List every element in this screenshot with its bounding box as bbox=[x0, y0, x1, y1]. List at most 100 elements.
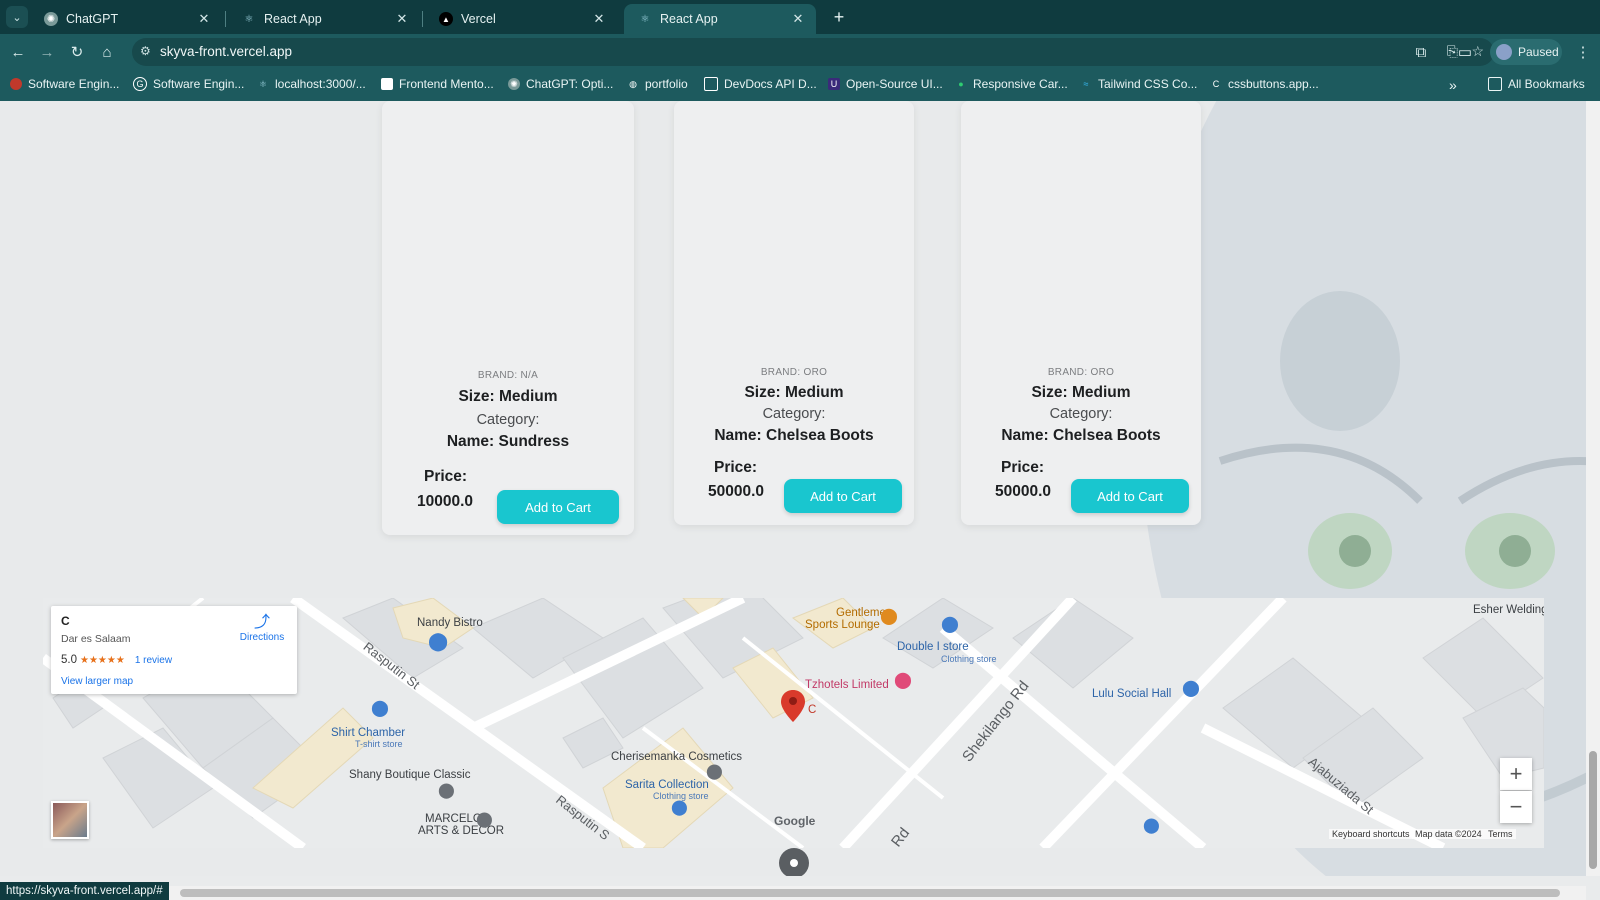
new-tab-button[interactable]: + bbox=[828, 6, 850, 28]
poi-shirt-chamber[interactable]: Shirt Chamber bbox=[331, 727, 405, 739]
keyboard-shortcuts-link[interactable]: Keyboard shortcuts bbox=[1329, 829, 1413, 839]
scroll-indicator[interactable] bbox=[779, 848, 809, 876]
reload-button[interactable]: ↻ bbox=[66, 41, 88, 63]
close-tab-icon[interactable]: ✕ bbox=[591, 11, 607, 27]
bookmark-label: Responsive Car... bbox=[973, 77, 1068, 91]
street-view-thumbnail[interactable] bbox=[51, 801, 89, 839]
place-pin-icon[interactable]: ⬤ bbox=[476, 810, 493, 828]
cast-button[interactable]: ▭ bbox=[1454, 41, 1476, 63]
bookmark-item[interactable]: U Open-Source UI... bbox=[828, 77, 943, 91]
bookmark-label: localhost:3000/... bbox=[275, 77, 366, 91]
add-to-cart-button[interactable]: Add to Cart bbox=[784, 479, 902, 513]
bar-pin-icon[interactable]: ⬤ bbox=[880, 606, 898, 626]
bookmark-item[interactable]: DevDocs API D... bbox=[704, 77, 817, 91]
poi-tzhotels[interactable]: Tzhotels Limited bbox=[805, 679, 889, 691]
tab-chatgpt[interactable]: ✺ ChatGPT ✕ bbox=[30, 4, 222, 34]
product-category: Category: bbox=[1049, 406, 1113, 422]
poi-lulu-social-hall[interactable]: Lulu Social Hall bbox=[1092, 688, 1171, 700]
reviews-link[interactable]: 1 review bbox=[135, 655, 172, 666]
site-info-icon[interactable]: ⚙ bbox=[140, 44, 151, 58]
bookmark-item[interactable]: Software Engin... bbox=[10, 77, 119, 91]
directions-label: Directions bbox=[239, 632, 285, 643]
tab-separator bbox=[422, 11, 423, 27]
poi-sports-lounge[interactable]: Sports Lounge bbox=[805, 619, 880, 631]
location-pin-icon[interactable] bbox=[781, 690, 805, 722]
hotel-pin-icon[interactable]: ⬤ bbox=[894, 670, 912, 690]
zoom-in-button[interactable]: + bbox=[1500, 758, 1532, 790]
cast-icon: ▭ bbox=[1457, 44, 1473, 61]
tab-vercel[interactable]: ▲ Vercel ✕ bbox=[425, 4, 617, 34]
bookmark-favicon-icon bbox=[381, 78, 393, 90]
tab-search-button[interactable]: ⌄ bbox=[6, 6, 28, 28]
menu-button[interactable]: ⋮ bbox=[1572, 41, 1594, 63]
all-bookmarks-button[interactable]: All Bookmarks bbox=[1488, 77, 1585, 91]
chatgpt-favicon-icon: ✺ bbox=[44, 12, 58, 26]
poi-nandy-bistro[interactable]: Nandy Bistro bbox=[417, 617, 483, 629]
poi-sarita-collection[interactable]: Sarita Collection bbox=[625, 779, 709, 791]
poi-marcelo[interactable]: MARCELO bbox=[425, 813, 482, 825]
product-name: Name: Chelsea Boots bbox=[714, 427, 874, 444]
bookmark-item[interactable]: G Software Engin... bbox=[133, 77, 244, 91]
bookmark-item[interactable]: ⚛ localhost:3000/... bbox=[257, 77, 366, 91]
bookmark-label: ChatGPT: Opti... bbox=[526, 77, 614, 91]
browser-toolbar: ← → ↻ ⌂ ⚙ skyva-front.vercel.app ⎘ ☆ ⧉ ▭… bbox=[0, 34, 1600, 70]
bookmark-item[interactable]: Frontend Mento... bbox=[381, 77, 494, 91]
back-button[interactable]: ← bbox=[7, 41, 29, 63]
chatgpt-favicon-icon: ✺ bbox=[508, 78, 520, 90]
google-logo: Google bbox=[774, 814, 816, 828]
map-data-attribution: Map data ©2024 bbox=[1412, 829, 1485, 839]
link-status-bar: https://skyva-front.vercel.app/# bbox=[0, 882, 169, 900]
bookmark-item[interactable]: ≈ Tailwind CSS Co... bbox=[1080, 77, 1198, 91]
poi-shany-boutique[interactable]: Shany Boutique Classic bbox=[349, 769, 470, 781]
profile-button[interactable]: Paused bbox=[1490, 39, 1562, 65]
page-viewport: BRAND: N/A Size: Medium Category: Name: … bbox=[0, 101, 1586, 876]
more-bookmarks-button[interactable]: » bbox=[1449, 77, 1457, 93]
bookmark-item[interactable]: ◍ portfolio bbox=[627, 77, 688, 91]
bookmark-item[interactable]: Ccssbuttons.app... bbox=[1210, 77, 1319, 91]
hall-pin-icon[interactable]: ⬤ bbox=[1182, 678, 1200, 698]
add-to-cart-button[interactable]: Add to Cart bbox=[1071, 479, 1189, 513]
arrow-left-icon: ← bbox=[10, 43, 26, 61]
close-tab-icon[interactable]: ✕ bbox=[196, 11, 212, 27]
place-pin-icon[interactable]: ⬤ bbox=[438, 781, 455, 799]
home-button[interactable]: ⌂ bbox=[96, 41, 118, 63]
add-to-cart-button[interactable]: Add to Cart bbox=[497, 490, 619, 524]
avatar bbox=[1496, 44, 1512, 60]
poi-esher-welding[interactable]: Esher Welding bbox=[1473, 604, 1544, 616]
vercel-favicon-icon: ▲ bbox=[439, 12, 453, 26]
scrollbar-thumb[interactable] bbox=[1589, 751, 1597, 869]
bookmark-item[interactable]: ✺ ChatGPT: Opti... bbox=[508, 77, 613, 91]
shopping-bag-pin-icon[interactable]: ⬤ bbox=[941, 614, 959, 634]
scrollbar-thumb[interactable] bbox=[180, 889, 1560, 897]
tab-title: React App bbox=[264, 12, 322, 26]
google-icon: G bbox=[133, 77, 147, 91]
close-tab-icon[interactable]: ✕ bbox=[790, 11, 806, 27]
product-name: Name: Sundress bbox=[446, 433, 570, 450]
horizontal-scrollbar[interactable] bbox=[0, 886, 1586, 900]
react-favicon-icon: ⚛ bbox=[244, 13, 254, 25]
chevron-double-right-icon: » bbox=[1449, 77, 1457, 93]
forward-button[interactable]: → bbox=[36, 41, 58, 63]
close-tab-icon[interactable]: ✕ bbox=[394, 11, 410, 27]
view-larger-map-link[interactable]: View larger map bbox=[61, 676, 133, 687]
zoom-out-button[interactable]: − bbox=[1500, 791, 1532, 823]
place-pin-icon[interactable]: ⬤ bbox=[706, 762, 723, 780]
shopping-bag-pin-icon[interactable]: ⬤ bbox=[371, 698, 389, 718]
shopping-bag-pin-icon[interactable]: ⬤ bbox=[1143, 816, 1160, 834]
url-text[interactable]: skyva-front.vercel.app bbox=[160, 44, 292, 59]
terms-link[interactable]: Terms bbox=[1485, 829, 1516, 839]
tab-title: React App bbox=[660, 12, 718, 26]
tab-react-app-active[interactable]: ⚛ React App ✕ bbox=[624, 4, 816, 34]
poi-double-i-store[interactable]: Double I store bbox=[897, 641, 969, 653]
directions-button[interactable]: ⤴ Directions bbox=[237, 614, 287, 643]
extensions-button[interactable]: ⧉ bbox=[1410, 41, 1432, 63]
product-category: Category: bbox=[762, 406, 826, 422]
vertical-scrollbar[interactable] bbox=[1586, 101, 1600, 876]
embedded-map[interactable]: Nandy Bistro ⬤ Gentlemen Sports Lounge ⬤… bbox=[43, 598, 1544, 848]
tab-react-app-1[interactable]: ⚛ React App ✕ bbox=[228, 4, 420, 34]
product-category: Category: bbox=[476, 412, 540, 428]
bookmark-item[interactable]: ● Responsive Car... bbox=[955, 77, 1068, 91]
shopping-bag-pin-icon[interactable]: ⬤ bbox=[671, 798, 688, 816]
address-bar[interactable]: ⚙ skyva-front.vercel.app ⎘ ☆ bbox=[132, 38, 1494, 66]
shopping-cart-pin-icon[interactable]: ⬤ bbox=[428, 631, 448, 652]
